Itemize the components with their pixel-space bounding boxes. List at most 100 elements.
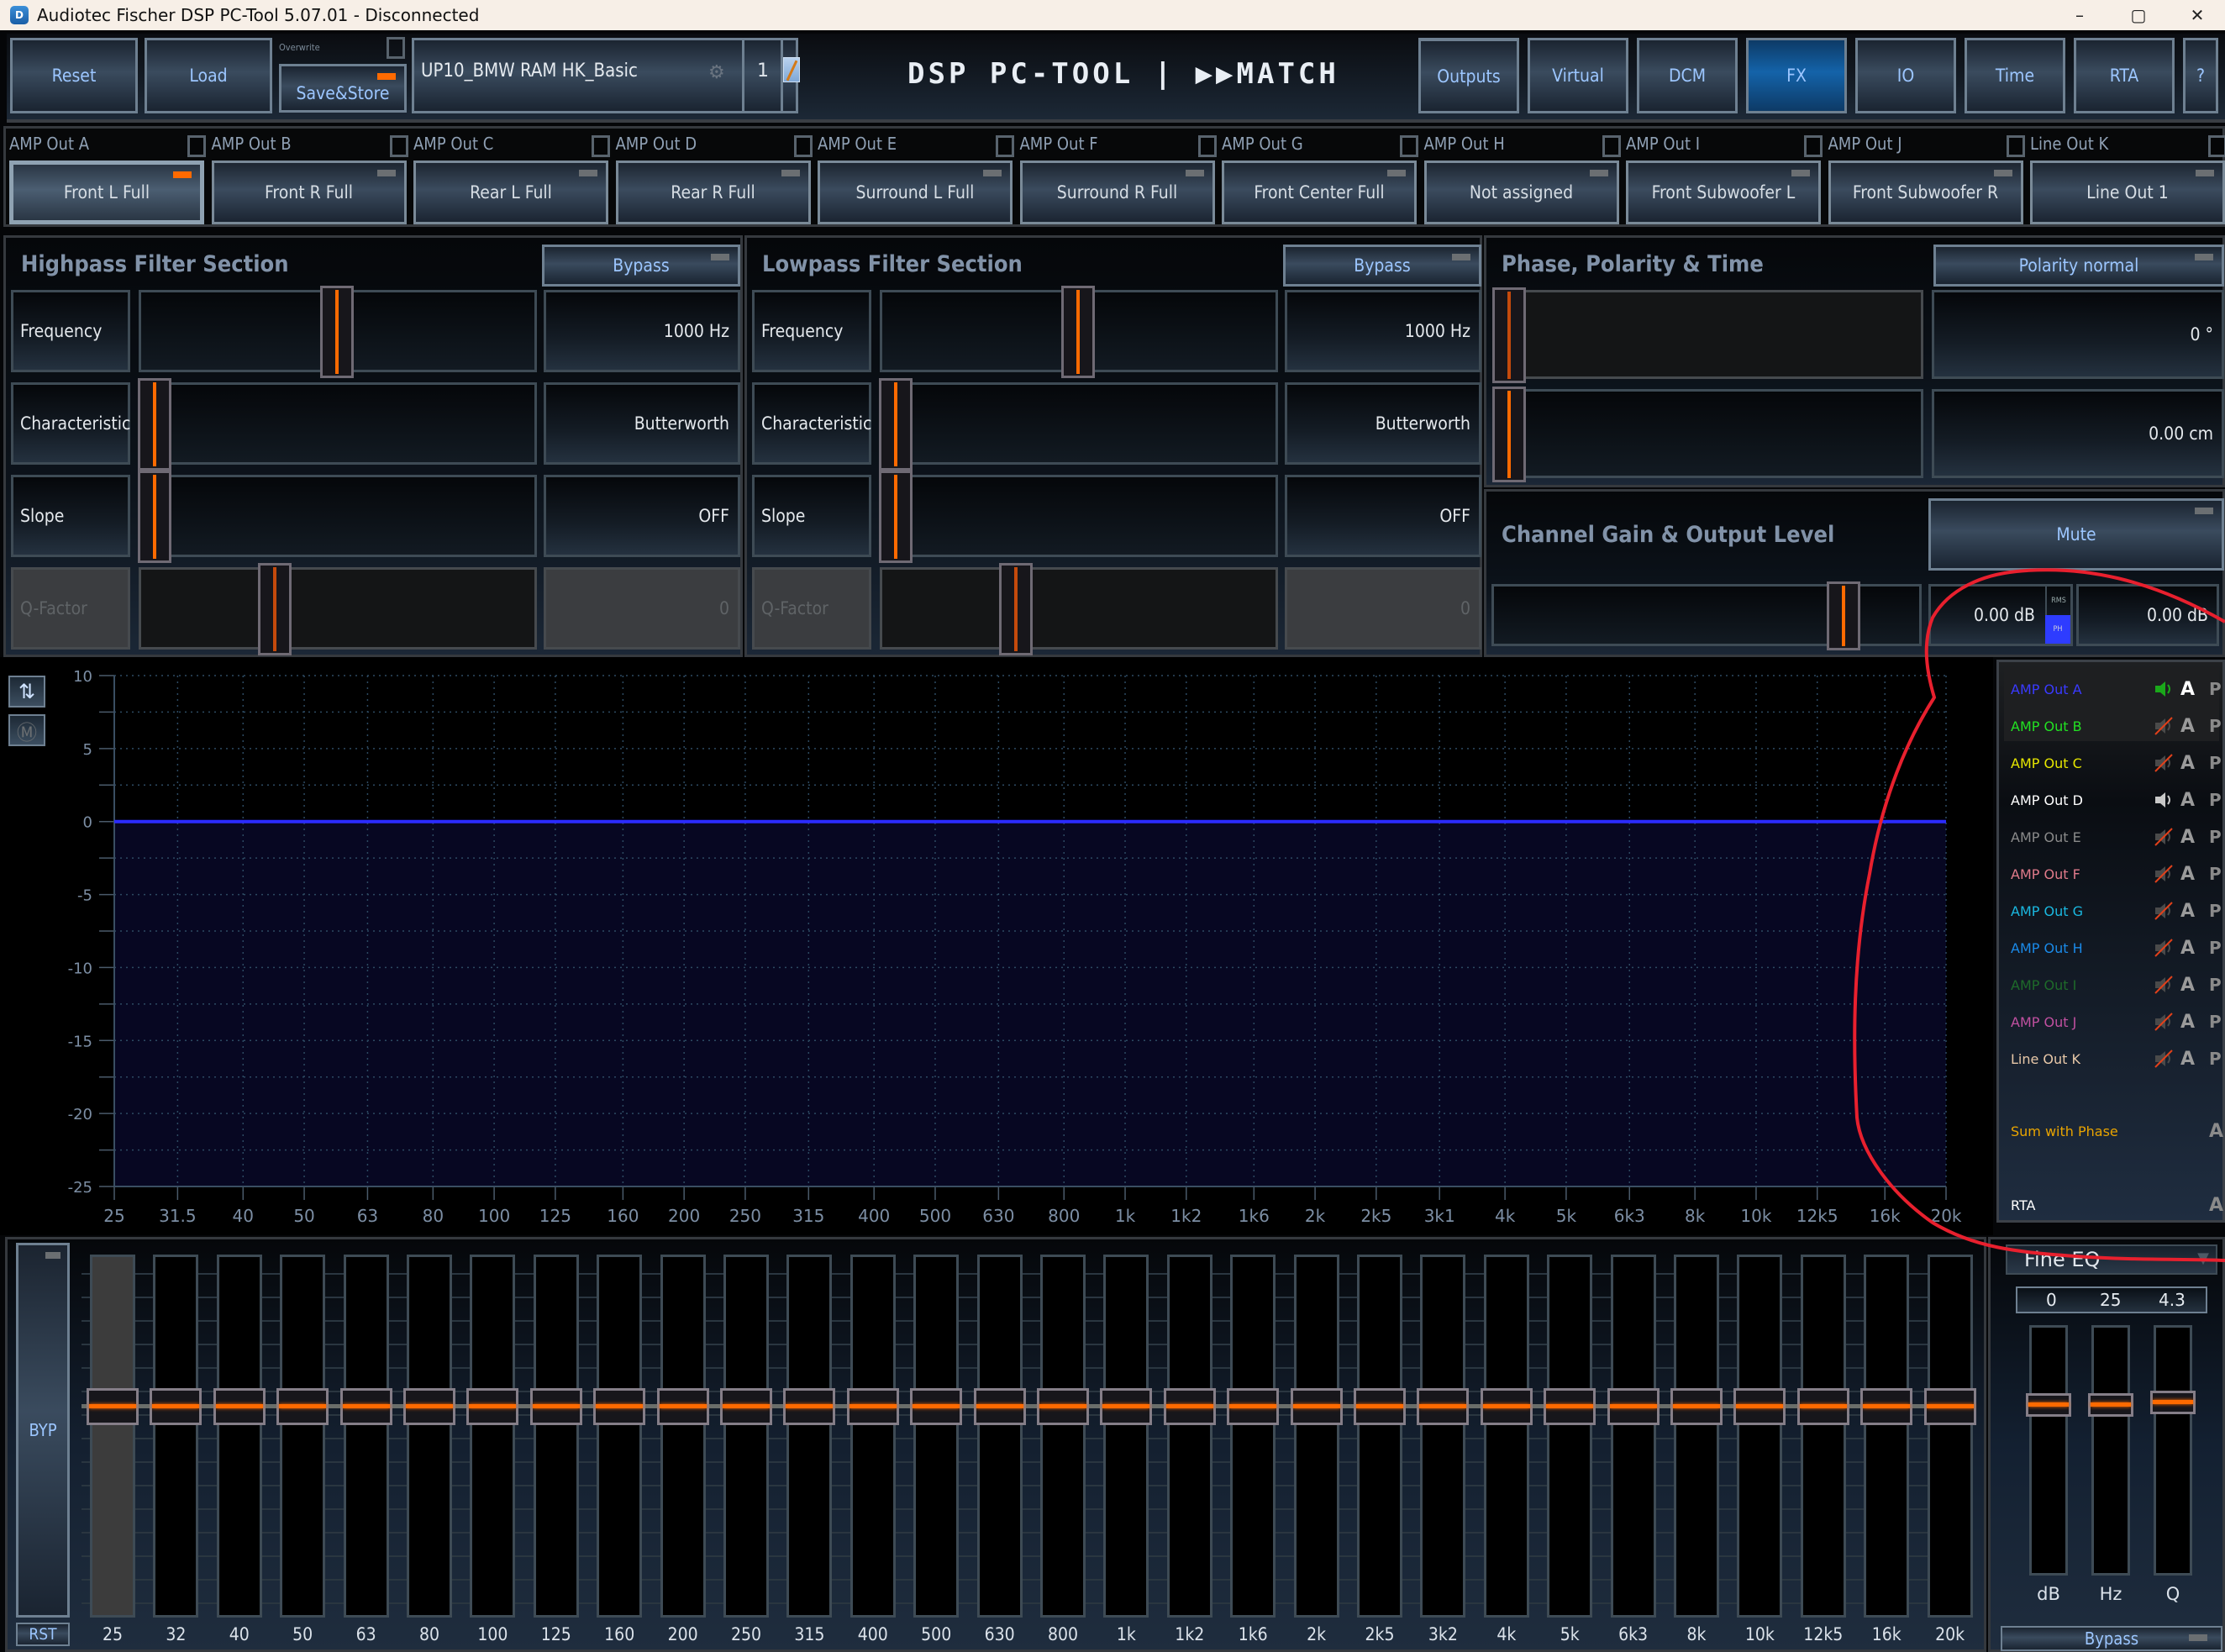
eq-band-slider[interactable] (1674, 1255, 1719, 1618)
speaker-muted-icon[interactable] (2154, 754, 2174, 772)
delay-value[interactable]: 0.00 cm (1932, 389, 2224, 478)
channel-list-item[interactable]: AMP Out H AP (2004, 929, 2222, 966)
gain-slider-thumb[interactable] (1826, 581, 1860, 650)
channel-link-checkbox[interactable] (2006, 135, 2025, 157)
eq-band-thumb[interactable] (466, 1387, 519, 1425)
nav-tab-virtual[interactable]: Virtual (1528, 38, 1628, 113)
channel-p-toggle[interactable]: P (2209, 938, 2222, 958)
fine-eq-bypass-button[interactable]: Bypass (2001, 1626, 2222, 1651)
eq-band-slider[interactable] (280, 1255, 326, 1618)
channel-list-item[interactable]: AMP Out E AP (2004, 818, 2222, 855)
eq-band-thumb[interactable] (1923, 1387, 1976, 1425)
eq-band-slider[interactable] (913, 1255, 960, 1618)
channel-a-toggle[interactable]: A (2180, 753, 2195, 774)
channel-a-toggle[interactable]: A (2180, 1012, 2195, 1033)
channel-a-toggle[interactable]: A (2180, 716, 2195, 737)
eq-band-thumb[interactable] (656, 1387, 709, 1425)
channel-a-toggle[interactable]: A (2180, 864, 2195, 885)
slider-thumb[interactable] (879, 471, 913, 563)
eq-band-thumb[interactable] (1100, 1387, 1153, 1425)
slider-thumb[interactable] (138, 378, 171, 471)
eq-band-thumb[interactable] (529, 1387, 582, 1425)
channel-list-item[interactable]: AMP Out B AP (2004, 708, 2222, 744)
channel-p-toggle[interactable]: P (2209, 679, 2222, 699)
channel-link-checkbox[interactable] (389, 135, 408, 157)
eq-band-thumb[interactable] (1290, 1387, 1343, 1425)
eq-band-slider[interactable] (660, 1255, 706, 1618)
filter-param-value[interactable]: 0 (544, 567, 740, 650)
speaker-muted-icon[interactable] (2154, 902, 2174, 920)
filter-param-slider[interactable] (879, 378, 1278, 471)
eq-band-slider[interactable] (1420, 1255, 1466, 1618)
eq-band-thumb[interactable] (276, 1387, 329, 1425)
eq-band-thumb[interactable] (1607, 1387, 1660, 1425)
delay-slider[interactable] (1492, 387, 1923, 482)
eq-band-thumb[interactable] (1733, 1387, 1786, 1425)
filter-param-value[interactable]: 1000 Hz (544, 290, 740, 372)
eq-band-thumb[interactable] (593, 1387, 646, 1425)
eq-band-thumb[interactable] (1544, 1387, 1596, 1425)
channel-a-toggle[interactable]: A (2180, 975, 2195, 996)
channel-a-toggle[interactable]: A (2180, 1049, 2195, 1070)
eq-band-slider[interactable] (470, 1255, 516, 1618)
load-button[interactable]: Load (145, 38, 272, 113)
close-button[interactable]: ✕ (2168, 0, 2225, 30)
gain-value[interactable]: 0.00 dB RMS PH (1928, 584, 2073, 646)
channel-list-item[interactable]: AMP Out F AP (2004, 855, 2222, 892)
eq-band-thumb[interactable] (1480, 1387, 1533, 1425)
filter-param-slider[interactable] (880, 286, 1278, 378)
speaker-muted-icon[interactable] (2154, 828, 2174, 846)
channel-button[interactable]: Line Out 1 (2030, 160, 2225, 224)
speaker-muted-icon[interactable] (2154, 939, 2174, 957)
channel-link-checkbox[interactable] (2208, 135, 2225, 157)
slider-thumb[interactable] (1061, 286, 1095, 378)
eq-band-thumb[interactable] (213, 1387, 266, 1425)
eq-reset-button[interactable]: RST (16, 1623, 70, 1646)
eq-band-thumb[interactable] (720, 1387, 772, 1425)
minimize-button[interactable]: – (2050, 0, 2109, 30)
eq-band-slider[interactable] (1927, 1255, 1973, 1618)
eq-band-slider[interactable] (407, 1255, 452, 1618)
eq-band-slider[interactable] (153, 1255, 199, 1618)
eq-band-slider[interactable] (1230, 1255, 1276, 1618)
delay-slider-thumb[interactable] (1492, 387, 1526, 482)
eq-band-slider[interactable] (1357, 1255, 1402, 1618)
channel-link-checkbox[interactable] (996, 135, 1014, 157)
eq-band-slider[interactable] (1293, 1255, 1339, 1618)
channel-list-item[interactable]: AMP Out G AP (2004, 892, 2222, 929)
speaker-icon[interactable] (2154, 680, 2174, 698)
fine-eq-hz-slider[interactable] (2091, 1325, 2130, 1576)
channel-p-toggle[interactable]: P (2209, 864, 2222, 884)
channel-button[interactable]: Front L Full (9, 160, 204, 224)
phase-slider[interactable] (1492, 287, 1923, 383)
channel-p-toggle[interactable]: P (2209, 975, 2222, 995)
fine-eq-mode-dropdown[interactable]: Fine EQ ▼ (2006, 1244, 2217, 1275)
channel-button[interactable]: Not assigned (1423, 160, 1619, 224)
gear-icon[interactable]: ⚙ (708, 62, 725, 83)
nav-tab-outputs[interactable]: Outputs (1418, 38, 1519, 113)
channel-p-toggle[interactable]: P (2209, 753, 2222, 773)
channel-link-checkbox[interactable] (592, 135, 610, 157)
channel-list-item[interactable]: AMP Out C AP (2004, 744, 2222, 781)
channel-button[interactable]: Surround R Full (1019, 160, 1215, 224)
channel-p-toggle[interactable]: P (2209, 1049, 2222, 1069)
channel-button[interactable]: Front R Full (211, 160, 407, 224)
polarity-button[interactable]: Polarity normal (1933, 245, 2224, 287)
speaker-muted-icon[interactable] (2154, 865, 2174, 883)
channel-list-item[interactable]: AMP Out I AP (2004, 966, 2222, 1003)
eq-band-slider[interactable] (216, 1255, 262, 1618)
eq-band-slider[interactable] (1166, 1255, 1212, 1618)
speaker-muted-icon[interactable] (2154, 717, 2174, 735)
channel-list-item[interactable]: Line Out K AP (2004, 1040, 2222, 1077)
eq-band-thumb[interactable] (783, 1387, 836, 1425)
fine-eq-q-thumb[interactable] (2150, 1391, 2196, 1415)
eq-band-thumb[interactable] (973, 1387, 1026, 1425)
rms-toggle[interactable]: RMS (2045, 587, 2070, 615)
eq-band-thumb[interactable] (1670, 1387, 1723, 1425)
channel-list-item[interactable]: AMP Out A AP (2004, 671, 2222, 708)
filter-param-value[interactable]: Butterworth (1285, 382, 1481, 465)
eq-band-thumb[interactable] (1796, 1387, 1849, 1425)
channel-button[interactable]: Surround L Full (818, 160, 1013, 224)
channel-a-toggle[interactable]: A (2180, 827, 2195, 848)
lowpass-bypass-button[interactable]: Bypass (1283, 245, 1481, 287)
